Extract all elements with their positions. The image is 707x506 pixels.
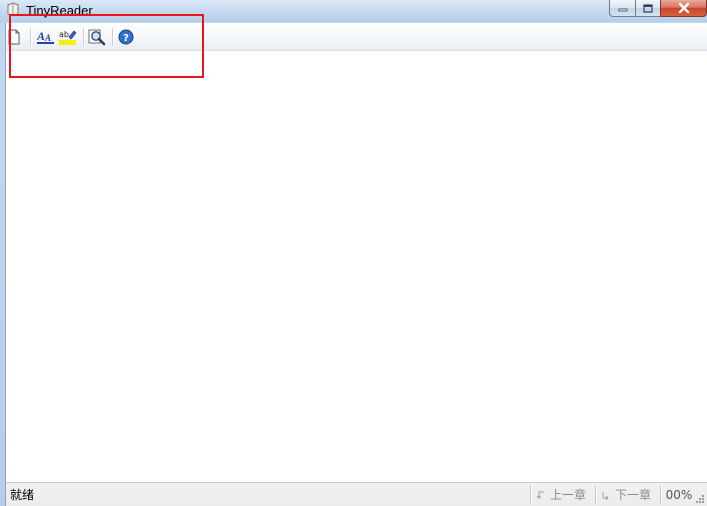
help-icon: ? — [118, 29, 134, 45]
new-document-button[interactable] — [4, 27, 24, 47]
svg-text:ab: ab — [59, 30, 69, 39]
status-bar: 就绪 上一章 下一章 00% — [6, 482, 707, 506]
title-bar[interactable]: TinyReader — [0, 0, 707, 22]
prev-chapter-button[interactable]: 上一章 — [530, 485, 595, 504]
minimize-button[interactable] — [609, 0, 636, 17]
book-icon — [7, 2, 19, 16]
window-title: TinyReader — [26, 3, 93, 18]
help-button[interactable]: ? — [116, 27, 136, 47]
close-button[interactable] — [660, 0, 707, 17]
document-view[interactable] — [6, 51, 707, 482]
toolbar: A A ab ? — [6, 23, 707, 51]
find-button[interactable] — [87, 27, 107, 47]
svg-text:A: A — [44, 33, 51, 43]
minimize-icon — [618, 8, 627, 12]
highlight-color-icon: ab — [59, 30, 77, 45]
next-chapter-label: 下一章 — [615, 488, 652, 502]
next-arrow-icon — [602, 491, 609, 500]
toolbar-separator — [112, 28, 114, 46]
magnifier-icon — [88, 29, 106, 46]
maximize-icon — [643, 3, 653, 13]
reading-progress: 00% — [660, 485, 697, 504]
close-icon — [678, 3, 689, 13]
font-button[interactable]: A A — [36, 27, 56, 47]
resize-grip-icon[interactable] — [695, 494, 705, 504]
next-chapter-button[interactable]: 下一章 — [595, 485, 660, 504]
prev-chapter-label: 上一章 — [550, 488, 587, 502]
toolbar-separator — [30, 28, 32, 46]
svg-text:?: ? — [123, 33, 129, 44]
app-window: TinyReader A A ab ? 就绪 上一章 下一章 00% — [0, 0, 707, 506]
new-document-icon — [8, 29, 20, 45]
font-icon: A A — [37, 29, 54, 44]
client-area: A A ab ? 就绪 上一章 下一章 00% — [5, 23, 707, 506]
maximize-button[interactable] — [635, 0, 661, 17]
toolbar-separator — [83, 28, 85, 46]
highlight-color-button[interactable]: ab — [58, 27, 78, 47]
status-text: 就绪 — [10, 488, 35, 502]
prev-arrow-icon — [536, 491, 544, 499]
svg-text:A: A — [37, 29, 45, 43]
